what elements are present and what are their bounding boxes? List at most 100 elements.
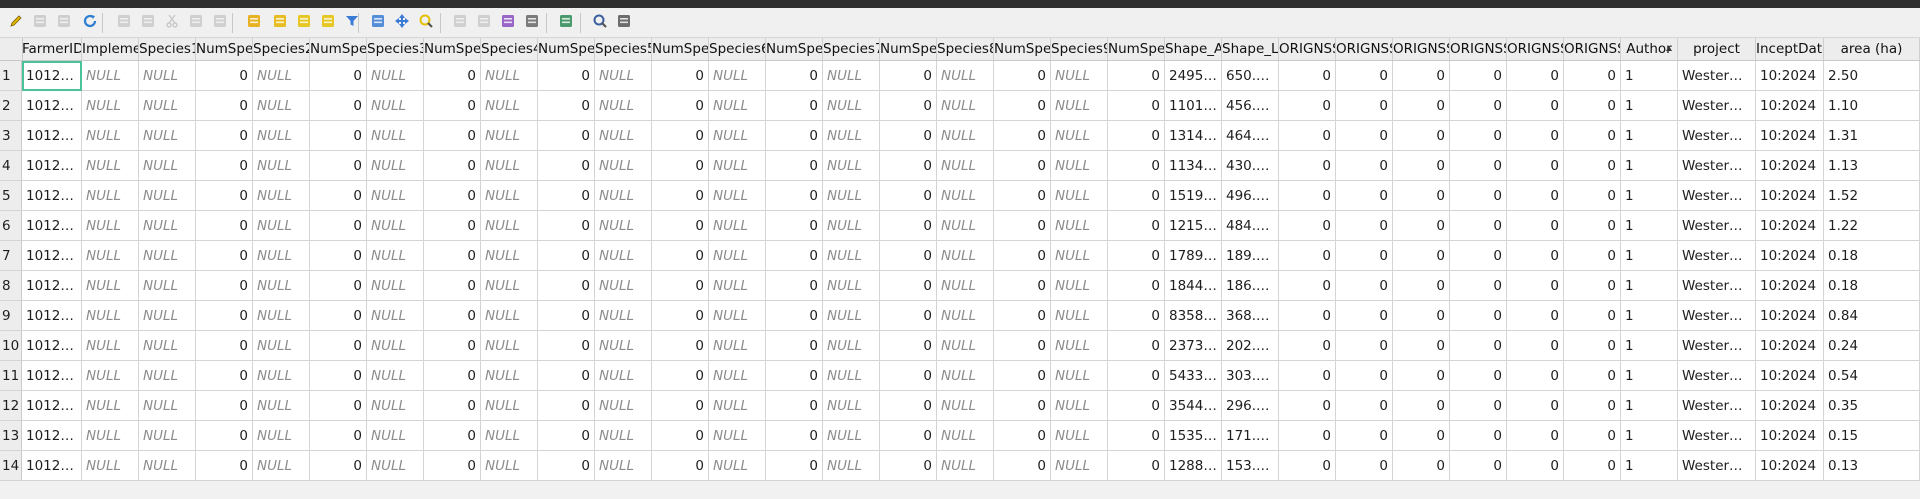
column-header-farmerid[interactable]: FarmerID <box>22 38 82 60</box>
cell-implementer[interactable]: NULL <box>82 181 139 211</box>
cell-implementer[interactable]: NULL <box>82 121 139 151</box>
cell-farmerid[interactable]: 1012… <box>22 451 82 481</box>
cell-numspecies8[interactable]: 0 <box>994 391 1051 421</box>
cell-project[interactable]: Wester… <box>1678 301 1756 331</box>
column-header-species1[interactable]: Species1 <box>139 38 196 60</box>
cell-farmerid[interactable]: 1012… <box>22 61 82 91</box>
cell-numspecies9[interactable]: 0 <box>1108 451 1165 481</box>
cell-implementer[interactable]: NULL <box>82 151 139 181</box>
cell-shape_length[interactable]: 650.… <box>1222 61 1279 91</box>
cell-farmerid[interactable]: 1012… <box>22 301 82 331</box>
row-header[interactable]: 3 <box>0 121 22 151</box>
cell-numspecies6[interactable]: 0 <box>766 61 823 91</box>
cell-numspecies4[interactable]: 0 <box>538 301 595 331</box>
cell-origns1[interactable]: 0 <box>1279 361 1336 391</box>
cell-numspecies1[interactable]: 0 <box>196 451 253 481</box>
cell-origns1[interactable]: 0 <box>1279 211 1336 241</box>
cell-area_ha[interactable]: 0.24 <box>1824 331 1920 361</box>
cell-species2[interactable]: NULL <box>253 451 310 481</box>
cell-numspecies8[interactable]: 0 <box>994 121 1051 151</box>
cell-incepdate[interactable]: 10:2024 <box>1756 331 1824 361</box>
cell-species8[interactable]: NULL <box>937 241 994 271</box>
table-row[interactable]: 2 1012… NULL NULL 0 NULL 0 NULL 0 NULL 0 NULL 0 NULL 0… <box>0 91 1920 121</box>
cell-incepdate[interactable]: 10:2024 <box>1756 391 1824 421</box>
cell-origns4[interactable]: 0 <box>1450 451 1507 481</box>
cell-implementer[interactable]: NULL <box>82 211 139 241</box>
cell-shape_length[interactable]: 202.… <box>1222 331 1279 361</box>
cell-numspecies9[interactable]: 0 <box>1108 151 1165 181</box>
column-header-numspecies6[interactable]: NumSpeci <box>766 38 823 60</box>
cell-author[interactable]: 1 <box>1621 451 1678 481</box>
cell-numspecies2[interactable]: 0 <box>310 391 367 421</box>
cell-origns1[interactable]: 0 <box>1279 301 1336 331</box>
cell-origns1[interactable]: 0 <box>1279 181 1336 211</box>
column-header-species2[interactable]: Species2 <box>253 38 310 60</box>
cell-species5[interactable]: NULL <box>595 181 652 211</box>
cell-species7[interactable]: NULL <box>823 121 880 151</box>
column-header-origns2[interactable]: ORIGNSS <box>1336 38 1393 60</box>
cell-numspecies3[interactable]: 0 <box>424 91 481 121</box>
cell-author[interactable]: 1 <box>1621 121 1678 151</box>
cell-numspecies4[interactable]: 0 <box>538 421 595 451</box>
cell-shape_area[interactable]: 1101… <box>1165 91 1222 121</box>
cell-origns1[interactable]: 0 <box>1279 61 1336 91</box>
column-header-implementer[interactable]: Implemen <box>82 38 139 60</box>
cell-species9[interactable]: NULL <box>1051 241 1108 271</box>
cell-species3[interactable]: NULL <box>367 451 424 481</box>
delete-selected-button[interactable] <box>138 13 158 33</box>
cell-origns4[interactable]: 0 <box>1450 121 1507 151</box>
new-field-button[interactable] <box>450 13 470 33</box>
cell-implementer[interactable]: NULL <box>82 301 139 331</box>
cell-species9[interactable]: NULL <box>1051 451 1108 481</box>
cell-species3[interactable]: NULL <box>367 181 424 211</box>
column-header-shape_area[interactable]: Shape_Area <box>1165 38 1222 60</box>
cell-numspecies9[interactable]: 0 <box>1108 301 1165 331</box>
cell-origns4[interactable]: 0 <box>1450 331 1507 361</box>
cell-species7[interactable]: NULL <box>823 151 880 181</box>
cell-origns5[interactable]: 0 <box>1507 151 1564 181</box>
cell-implementer[interactable]: NULL <box>82 451 139 481</box>
cell-species3[interactable]: NULL <box>367 421 424 451</box>
cell-species8[interactable]: NULL <box>937 391 994 421</box>
cell-shape_area[interactable]: 8358… <box>1165 301 1222 331</box>
table-row[interactable]: 13 1012… NULL NULL 0 NULL 0 NULL 0 NULL 0 NULL 0 NULL… <box>0 421 1920 451</box>
column-header-numspecies9[interactable]: NumSpeci <box>1108 38 1165 60</box>
cell-origns5[interactable]: 0 <box>1507 91 1564 121</box>
cell-origns5[interactable]: 0 <box>1507 301 1564 331</box>
cell-species8[interactable]: NULL <box>937 361 994 391</box>
cell-numspecies9[interactable]: 0 <box>1108 211 1165 241</box>
cell-shape_length[interactable]: 464.… <box>1222 121 1279 151</box>
cell-origns5[interactable]: 0 <box>1507 181 1564 211</box>
cell-numspecies6[interactable]: 0 <box>766 301 823 331</box>
cell-numspecies3[interactable]: 0 <box>424 361 481 391</box>
cell-origns5[interactable]: 0 <box>1507 121 1564 151</box>
cell-species5[interactable]: NULL <box>595 91 652 121</box>
cell-species3[interactable]: NULL <box>367 241 424 271</box>
cell-species4[interactable]: NULL <box>481 181 538 211</box>
column-header-numspecies7[interactable]: NumSpeci <box>880 38 937 60</box>
cell-numspecies2[interactable]: 0 <box>310 451 367 481</box>
cell-origns1[interactable]: 0 <box>1279 331 1336 361</box>
cell-species7[interactable]: NULL <box>823 211 880 241</box>
cell-species6[interactable]: NULL <box>709 181 766 211</box>
cell-species9[interactable]: NULL <box>1051 331 1108 361</box>
cell-numspecies1[interactable]: 0 <box>196 361 253 391</box>
cell-numspecies5[interactable]: 0 <box>652 391 709 421</box>
cell-author[interactable]: 1 <box>1621 211 1678 241</box>
row-header[interactable]: 14 <box>0 451 22 481</box>
cell-numspecies3[interactable]: 0 <box>424 211 481 241</box>
table-row[interactable]: 9 1012… NULL NULL 0 NULL 0 NULL 0 NULL 0 NULL 0 NULL 0… <box>0 301 1920 331</box>
cell-species7[interactable]: NULL <box>823 331 880 361</box>
cell-incepdate[interactable]: 10:2024 <box>1756 301 1824 331</box>
cell-shape_area[interactable]: 2495… <box>1165 61 1222 91</box>
cell-species9[interactable]: NULL <box>1051 181 1108 211</box>
cell-numspecies5[interactable]: 0 <box>652 271 709 301</box>
cell-species7[interactable]: NULL <box>823 421 880 451</box>
cell-author[interactable]: 1 <box>1621 61 1678 91</box>
cell-numspecies9[interactable]: 0 <box>1108 271 1165 301</box>
column-header-numspecies3[interactable]: NumSpeci <box>424 38 481 60</box>
cell-numspecies1[interactable]: 0 <box>196 91 253 121</box>
cell-origns6[interactable]: 0 <box>1564 451 1621 481</box>
cell-origns3[interactable]: 0 <box>1393 211 1450 241</box>
cell-numspecies3[interactable]: 0 <box>424 301 481 331</box>
